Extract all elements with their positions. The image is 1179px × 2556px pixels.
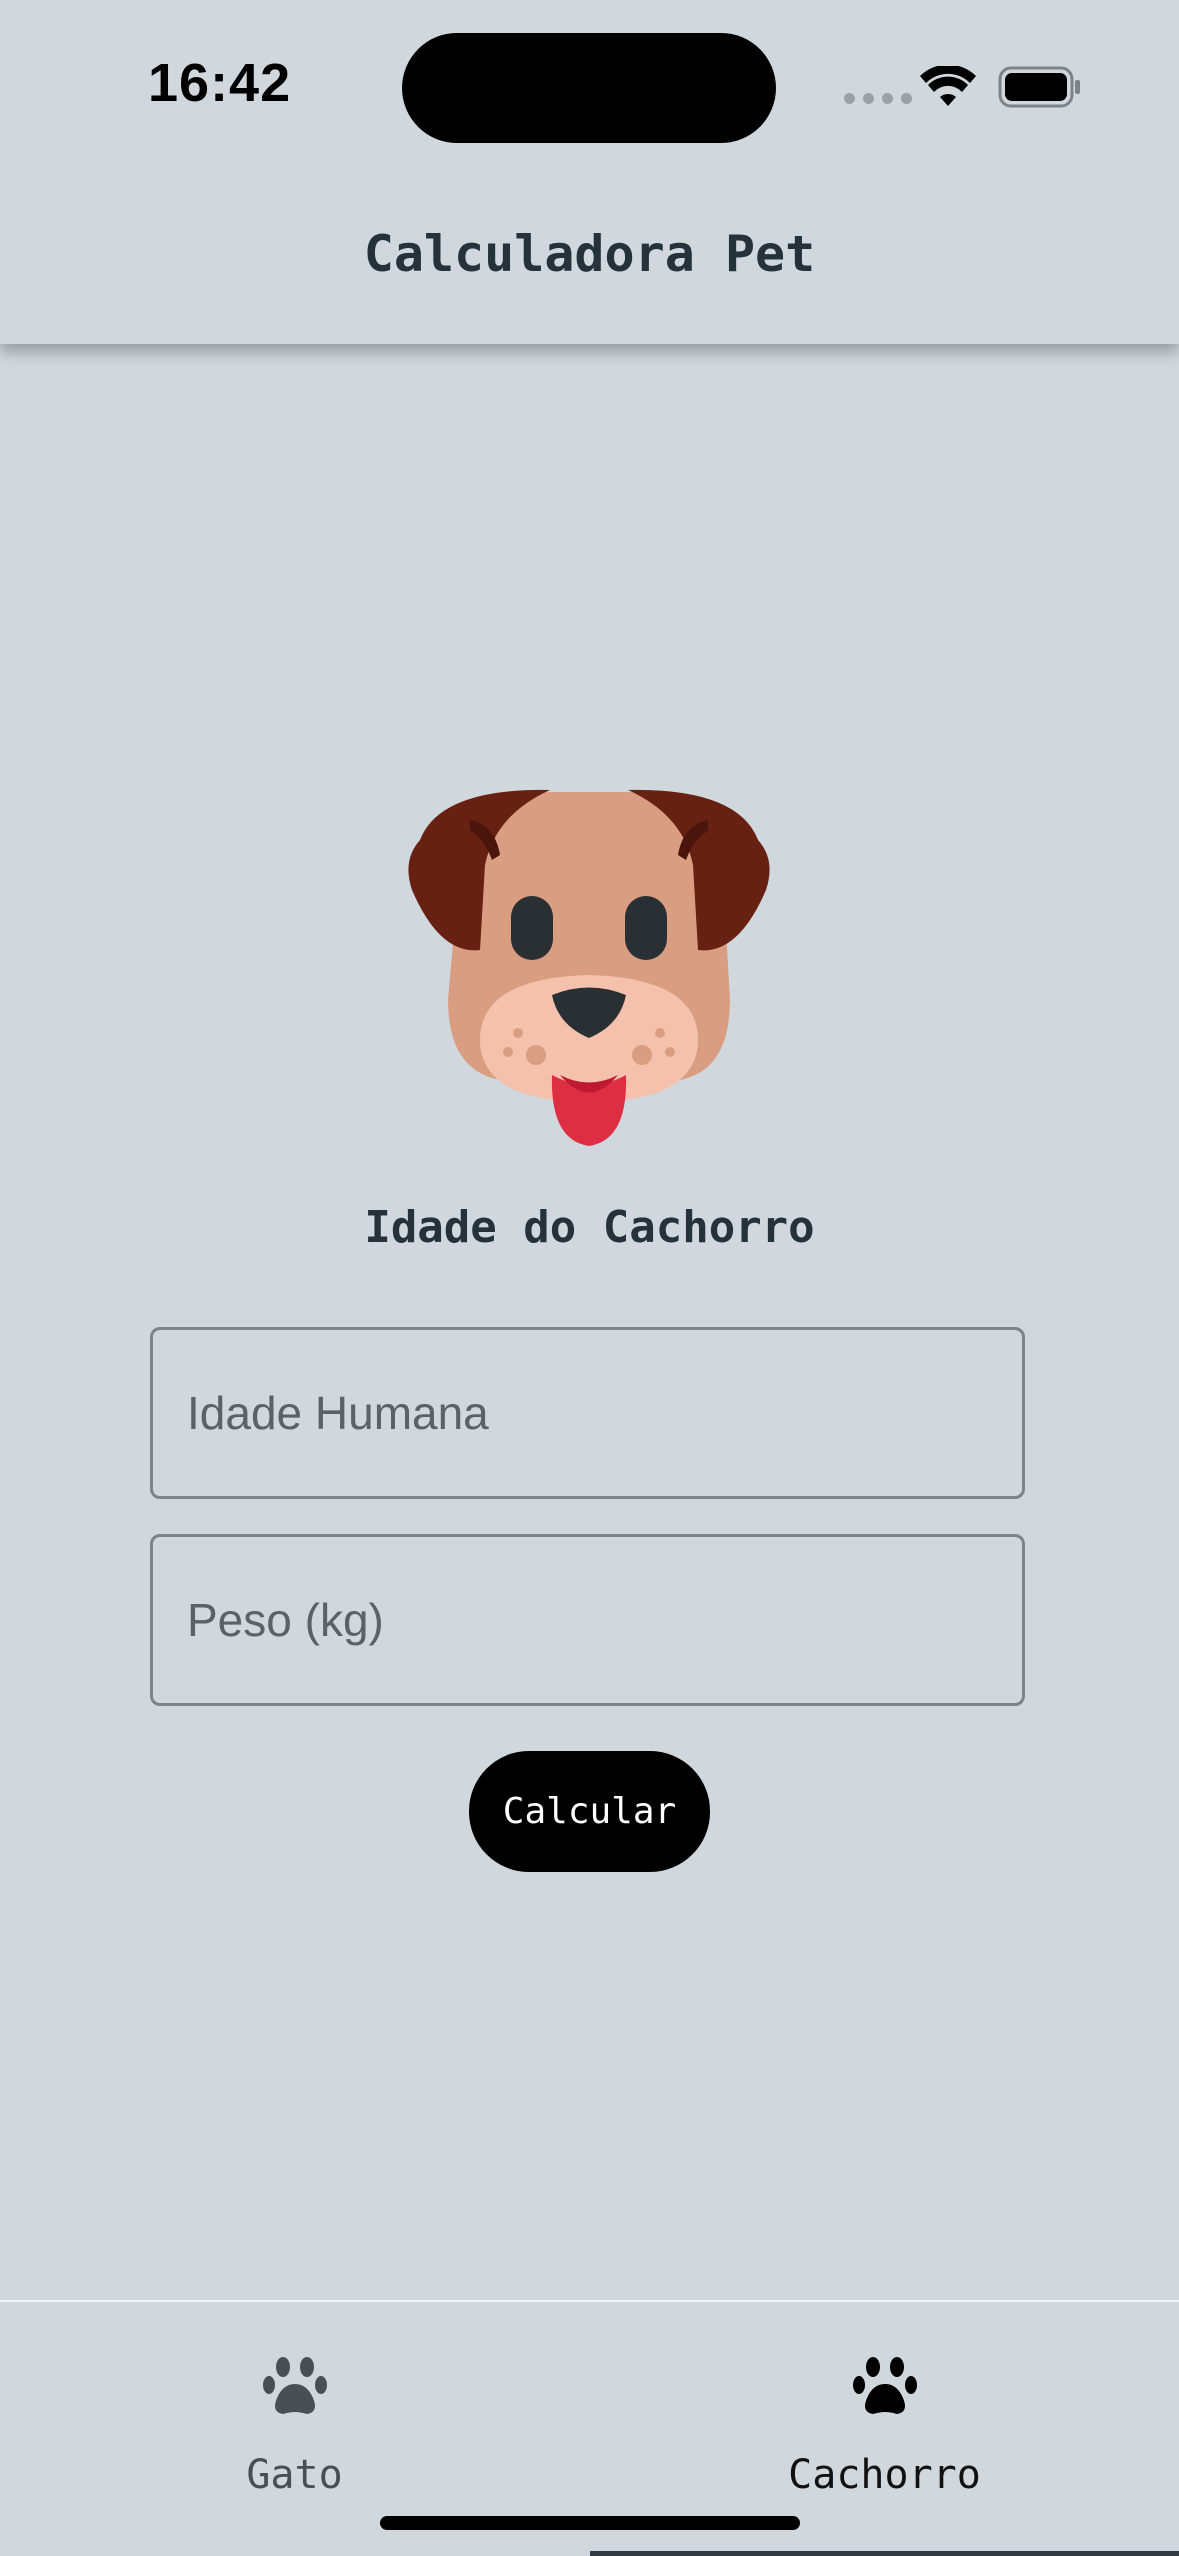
dynamic-island [402,33,776,143]
section-title: Idade do Cachorro [364,1202,815,1253]
status-time: 16:42 [148,53,292,113]
paw-icon [852,2357,917,2414]
paw-icon [262,2357,327,2414]
calculate-button[interactable]: Calcular [469,1751,710,1872]
dog-face-icon [408,789,770,1146]
weight-input[interactable] [150,1534,1025,1706]
home-indicator[interactable] [380,2516,800,2530]
app-screen: Calculadora Pet 16:42 Idade do Cachorro … [0,0,1179,2556]
human-age-input[interactable] [150,1327,1025,1499]
wifi-icon [920,66,976,106]
tab-label-cachorro: Cachorro [788,2452,981,2498]
active-tab-indicator [590,2551,1179,2556]
tab-label-gato: Gato [246,2452,343,2498]
battery-icon [998,66,1080,108]
page-title: Calculadora Pet [363,225,816,283]
cellular-signal-icon [844,93,912,104]
